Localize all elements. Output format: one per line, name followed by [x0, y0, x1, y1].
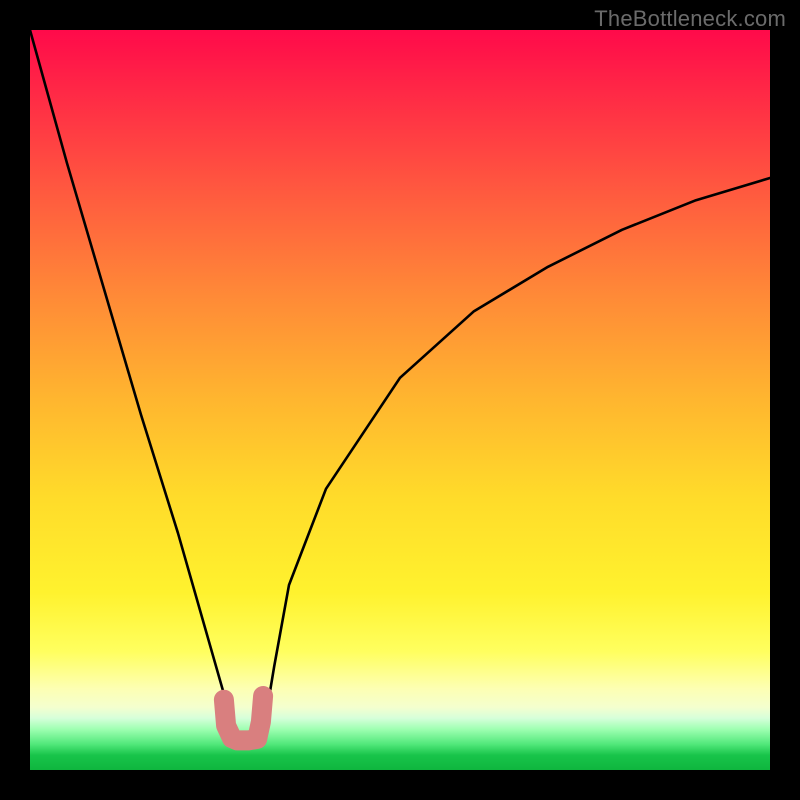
optimal-range-marker	[224, 696, 263, 740]
chart-frame: TheBottleneck.com	[0, 0, 800, 800]
curve-svg	[30, 30, 770, 770]
watermark-text: TheBottleneck.com	[594, 6, 786, 32]
bottleneck-curve	[30, 30, 770, 740]
plot-area	[30, 30, 770, 770]
